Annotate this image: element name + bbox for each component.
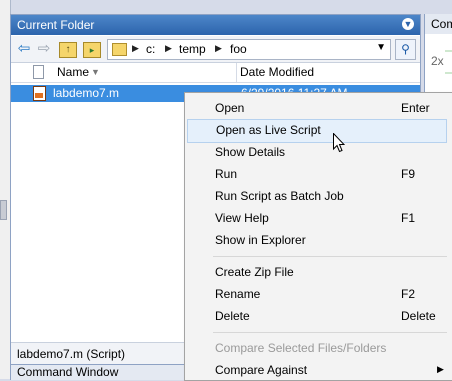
file-type-column-icon[interactable] (33, 65, 44, 79)
menu-item-label: View Help (215, 211, 269, 225)
menu-item-label: Open (215, 101, 245, 115)
menu-item-compare-selected: Compare Selected Files/Folders (185, 337, 452, 359)
menu-item-label: Create Zip File (215, 265, 294, 279)
forward-arrow-icon[interactable]: ⇨ (35, 40, 53, 58)
menu-item-label: Run Script as Batch Job (215, 189, 344, 203)
mouse-pointer-icon (333, 133, 345, 153)
name-column-header[interactable]: Name (57, 65, 89, 79)
file-name: labdemo7.m (53, 86, 120, 100)
command-window-tab[interactable]: Command Window (10, 364, 198, 380)
crumb-temp[interactable]: temp (179, 42, 206, 56)
crumb-separator-icon[interactable]: ▶ (165, 43, 172, 54)
address-bar[interactable]: ▶ c: ▶ temp ▶ foo ▼ (107, 39, 391, 60)
back-arrow-icon[interactable]: ⇦ (15, 40, 33, 58)
menu-item-open-as-live-script[interactable]: Open as Live Script (187, 119, 447, 143)
menu-item-delete[interactable]: Delete Delete (185, 305, 452, 327)
panel-titlebar: Current Folder ▼ (11, 15, 420, 35)
script-file-icon (33, 86, 46, 101)
menu-item-label: Open as Live Script (216, 123, 321, 137)
menu-item-show-details[interactable]: Show Details (185, 141, 452, 163)
menu-separator (213, 332, 447, 333)
menu-item-shortcut: F9 (401, 167, 416, 181)
column-header: Name ▼ Date Modified (11, 63, 420, 83)
menu-item-shortcut: F1 (401, 211, 416, 225)
search-icon[interactable]: ⚲ (395, 39, 416, 60)
submenu-arrow-icon: ▶ (437, 364, 444, 374)
menu-item-shortcut: Enter (401, 101, 430, 115)
crumb-foo[interactable]: foo (230, 42, 247, 56)
left-panel-grip[interactable] (0, 200, 7, 220)
menu-item-run[interactable]: Run F9 (185, 163, 452, 185)
menu-item-label: Delete (215, 309, 250, 323)
folder-icon (112, 43, 127, 56)
date-column-header[interactable]: Date Modified (240, 65, 314, 79)
menu-item-compare-against[interactable]: Compare Against ▶ (185, 359, 452, 381)
crumb-separator-icon[interactable]: ▶ (215, 43, 222, 54)
menu-item-create-zip[interactable]: Create Zip File (185, 261, 452, 283)
menu-item-shortcut: Delete (401, 309, 436, 323)
status-text: labdemo7.m (Script) (17, 347, 126, 361)
panel-title: Current Folder (17, 18, 95, 32)
menu-item-label: Run (215, 167, 238, 181)
history-count: 2x (431, 54, 444, 68)
menu-item-rename[interactable]: Rename F2 (185, 283, 452, 305)
column-divider[interactable] (236, 63, 237, 82)
menu-item-run-batch-job[interactable]: Run Script as Batch Job (185, 185, 452, 207)
crumb-separator-icon[interactable]: ▶ (132, 43, 139, 54)
menu-item-label: Rename (215, 287, 261, 301)
menu-item-label: Show in Explorer (215, 233, 306, 247)
browse-folder-icon[interactable]: ▸ (83, 42, 101, 58)
menu-item-show-in-explorer[interactable]: Show in Explorer (185, 229, 452, 251)
menu-item-label: Compare Selected Files/Folders (215, 341, 387, 355)
menu-item-label: Show Details (215, 145, 286, 159)
folder-toolbar: ⇦ ⇨ ↑ ▸ ▶ c: ▶ temp ▶ foo ▼ ⚲ (11, 36, 420, 63)
panel-menu-icon[interactable]: ▼ (402, 18, 414, 30)
menu-item-label: Compare Against (215, 363, 308, 377)
menu-item-view-help[interactable]: View Help F1 (185, 207, 452, 229)
up-folder-icon[interactable]: ↑ (59, 42, 77, 58)
sort-descending-icon: ▼ (91, 67, 100, 77)
crumb-drive[interactable]: c: (146, 42, 155, 56)
chevron-down-icon[interactable]: ▼ (376, 42, 386, 53)
command-history-title[interactable]: Comm (425, 14, 452, 34)
context-menu: Open Enter Open as Live Script Show Deta… (184, 92, 452, 381)
menu-item-open[interactable]: Open Enter (185, 97, 452, 119)
menu-item-shortcut: F2 (401, 287, 416, 301)
menu-separator (213, 256, 447, 257)
